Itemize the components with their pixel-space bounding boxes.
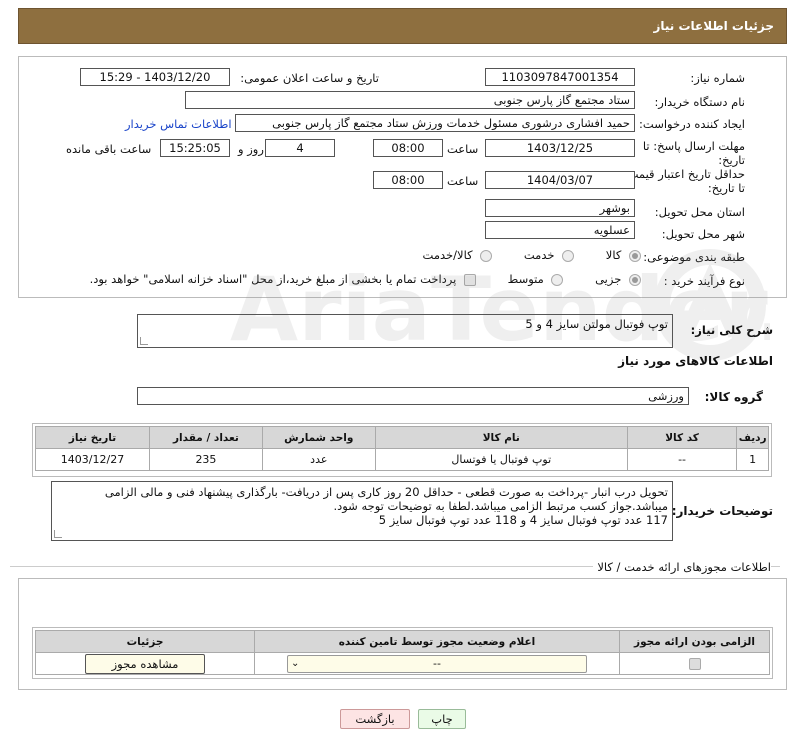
goods-table-header: ردیف کد کالا نام کالا واحد شمارش تعداد /… bbox=[34, 426, 769, 449]
buyer-org-field: ستاد مجتمع گاز پارس جنوبی bbox=[185, 91, 635, 109]
goods-group-field: ورزشی bbox=[137, 387, 689, 405]
category-radio-group: کالا خدمت کالا/خدمت bbox=[423, 248, 641, 262]
goods-table: ردیف کد کالا نام کالا واحد شمارش تعداد /… bbox=[34, 426, 769, 471]
permit-status-select[interactable]: -- ⌄ bbox=[287, 654, 587, 673]
col-qty: تعداد / مقدار bbox=[149, 426, 263, 449]
cell-row: 1 bbox=[736, 448, 769, 471]
cell-permit-status: -- ⌄ bbox=[254, 652, 620, 675]
table-row: -- ⌄ مشاهده مجوز bbox=[35, 652, 770, 675]
days-field: 4 bbox=[265, 139, 335, 157]
col-row: ردیف bbox=[736, 426, 769, 449]
back-button[interactable]: بازگشت bbox=[340, 709, 410, 729]
announce-label: تاریخ و ساعت اعلان عمومی: bbox=[240, 71, 379, 85]
permit-required-checkbox[interactable] bbox=[688, 658, 701, 670]
validity-time-field: 08:00 bbox=[373, 171, 443, 189]
creator-label: ایجاد کننده درخواست: bbox=[639, 117, 745, 131]
validity-date-field: 1404/03/07 bbox=[485, 171, 635, 189]
summary-label: شرح کلی نیاز: bbox=[690, 323, 773, 337]
treasury-payment-checkbox[interactable] bbox=[464, 273, 476, 286]
process-minor-radio[interactable] bbox=[629, 273, 641, 286]
category-both-radio[interactable] bbox=[480, 249, 493, 262]
days-label: روز و bbox=[238, 142, 264, 156]
city-label: شهر محل تحویل: bbox=[661, 227, 745, 241]
col-permit-status: اعلام وضعیت مجوز توسط تامین کننده bbox=[254, 630, 620, 653]
cell-permit-required bbox=[619, 652, 770, 675]
summary-textarea[interactable]: توپ فوتبال مولتن سایز 4 و 5 bbox=[137, 314, 673, 348]
announce-field: 1403/12/20 - 15:29 bbox=[80, 68, 230, 86]
buyer-notes-line-3: 117 عدد توپ فوتبال سایز 4 و 118 عدد توپ … bbox=[378, 513, 668, 527]
col-unit: واحد شمارش bbox=[261, 426, 376, 449]
permit-status-value: -- bbox=[433, 656, 441, 670]
goods-section-title: اطلاعات کالاهای مورد نیاز bbox=[618, 354, 773, 368]
chevron-down-icon: ⌄ bbox=[291, 657, 300, 669]
category-service-label: خدمت bbox=[523, 248, 555, 262]
buyer-notes-label: توضیحات خریدار: bbox=[671, 504, 773, 518]
cell-qty: 235 bbox=[149, 448, 263, 471]
col-date: تاریخ نیاز bbox=[34, 426, 151, 449]
deadline-time-label: ساعت bbox=[447, 142, 479, 156]
buyer-notes-textarea[interactable]: تحویل درب انبار -پرداخت به صورت قطعی - ح… bbox=[51, 481, 673, 541]
category-goods-radio[interactable] bbox=[629, 249, 641, 262]
cell-name: توپ فوتبال یا فوتسال bbox=[374, 448, 628, 471]
category-both-label: کالا/خدمت bbox=[422, 248, 473, 262]
treasury-payment-note: پرداخت تمام یا بخشی از مبلغ خرید،از محل … bbox=[89, 272, 457, 286]
cell-code: -- bbox=[626, 448, 738, 471]
page-header: جزئیات اطلاعات نیاز bbox=[18, 8, 787, 44]
cell-date: 1403/12/27 bbox=[34, 448, 151, 471]
permits-table-wrapper: الزامی بودن ارائه مجوز اعلام وضعیت مجوز … bbox=[32, 627, 773, 679]
creator-field: حمید افشاری درشوری مسئول خدمات ورزش ستاد… bbox=[235, 114, 635, 132]
cell-unit: عدد bbox=[261, 448, 376, 471]
process-medium-radio[interactable] bbox=[551, 273, 564, 286]
deadline-label: مهلت ارسال پاسخ: تا تاریخ: bbox=[642, 139, 745, 167]
col-permit-details: جزئیات bbox=[35, 630, 255, 653]
deadline-date-field: 1403/12/25 bbox=[485, 139, 635, 157]
goods-table-wrapper: ردیف کد کالا نام کالا واحد شمارش تعداد /… bbox=[32, 423, 772, 477]
print-button[interactable]: چاپ bbox=[418, 709, 466, 729]
buyer-notes-line-1: تحویل درب انبار -پرداخت به صورت قطعی - ح… bbox=[104, 485, 668, 499]
validity-time-label: ساعت bbox=[447, 174, 479, 188]
need-number-field: 1103097847001354 bbox=[485, 68, 635, 86]
buyer-notes-line-2: میباشد.جواز کسب مرتبط الزامی میباشد.لطفا… bbox=[333, 499, 668, 513]
permits-section-title: اطلاعات مجوزهای ارائه خدمت / کالا bbox=[593, 560, 771, 574]
cell-permit-details: مشاهده مجوز bbox=[35, 652, 255, 675]
goods-group-label: گروه کالا: bbox=[704, 390, 763, 404]
remaining-time-field: 15:25:05 bbox=[160, 139, 230, 157]
summary-text: توپ فوتبال مولتن سایز 4 و 5 bbox=[525, 317, 668, 331]
col-code: کد کالا bbox=[626, 426, 738, 449]
col-permit-required: الزامی بودن ارائه مجوز bbox=[619, 630, 770, 653]
province-field: بوشهر bbox=[485, 199, 635, 217]
col-name: نام کالا bbox=[374, 426, 628, 449]
process-label: نوع فرآیند خرید : bbox=[663, 274, 745, 288]
city-field: عسلویه bbox=[485, 221, 635, 239]
process-minor-label: جزیی bbox=[595, 272, 622, 286]
buyer-org-label: نام دستگاه خریدار: bbox=[654, 95, 745, 109]
category-service-radio[interactable] bbox=[562, 249, 575, 262]
category-goods-label: کالا bbox=[605, 248, 622, 262]
contact-buyer-link[interactable]: اطلاعات تماس خریدار bbox=[125, 117, 232, 131]
process-radio-group: جزیی متوسط پرداخت تمام یا بخشی از مبلغ خ… bbox=[90, 272, 641, 286]
process-medium-label: متوسط bbox=[507, 272, 544, 286]
permits-table: الزامی بودن ارائه مجوز اعلام وضعیت مجوز … bbox=[35, 630, 770, 675]
page-title: جزئیات اطلاعات نیاز bbox=[653, 19, 774, 33]
view-permit-button[interactable]: مشاهده مجوز bbox=[85, 653, 205, 674]
permits-table-header: الزامی بودن ارائه مجوز اعلام وضعیت مجوز … bbox=[35, 630, 770, 653]
remaining-label: ساعت باقی مانده bbox=[66, 142, 152, 156]
table-row: 1 -- توپ فوتبال یا فوتسال عدد 235 1403/1… bbox=[34, 448, 769, 471]
deadline-time-field: 08:00 bbox=[373, 139, 443, 157]
province-label: استان محل تحویل: bbox=[654, 205, 745, 219]
need-number-label: شماره نیاز: bbox=[690, 71, 745, 85]
category-label: طبقه بندی موضوعی: bbox=[643, 250, 745, 264]
